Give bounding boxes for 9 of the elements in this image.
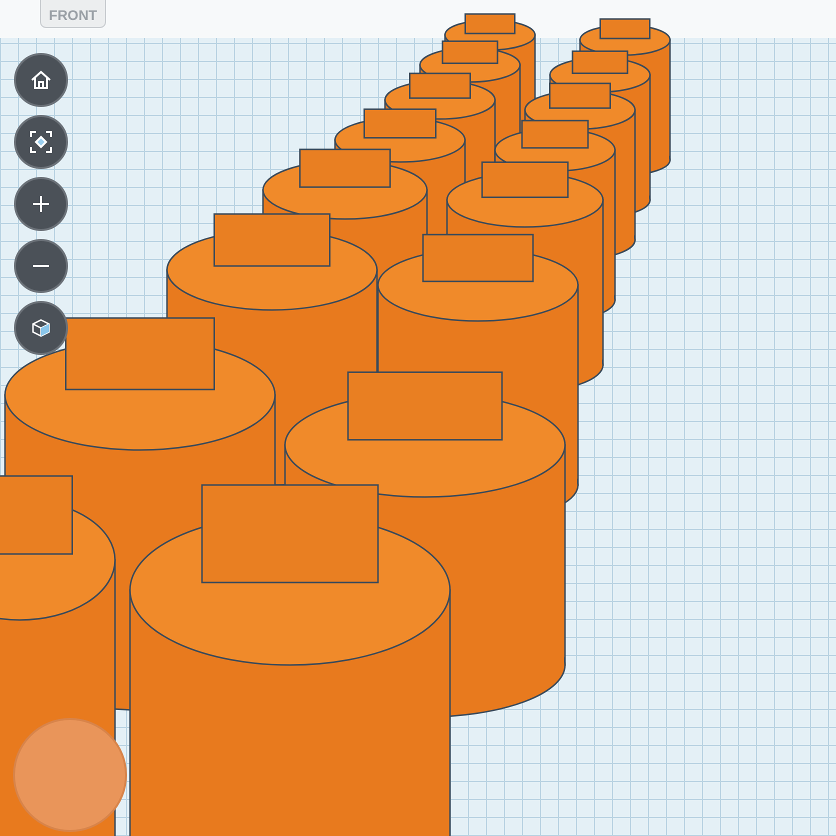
projection-button[interactable] xyxy=(14,301,68,355)
home-button[interactable] xyxy=(14,53,68,107)
zoom-in-button[interactable] xyxy=(14,177,68,231)
view-cube[interactable]: FRONT xyxy=(40,0,106,28)
round-handle[interactable] xyxy=(13,718,127,832)
zoom-out-button[interactable] xyxy=(14,239,68,293)
fit-view-icon xyxy=(28,129,54,155)
minus-icon xyxy=(32,264,50,268)
fit-button[interactable] xyxy=(14,115,68,169)
